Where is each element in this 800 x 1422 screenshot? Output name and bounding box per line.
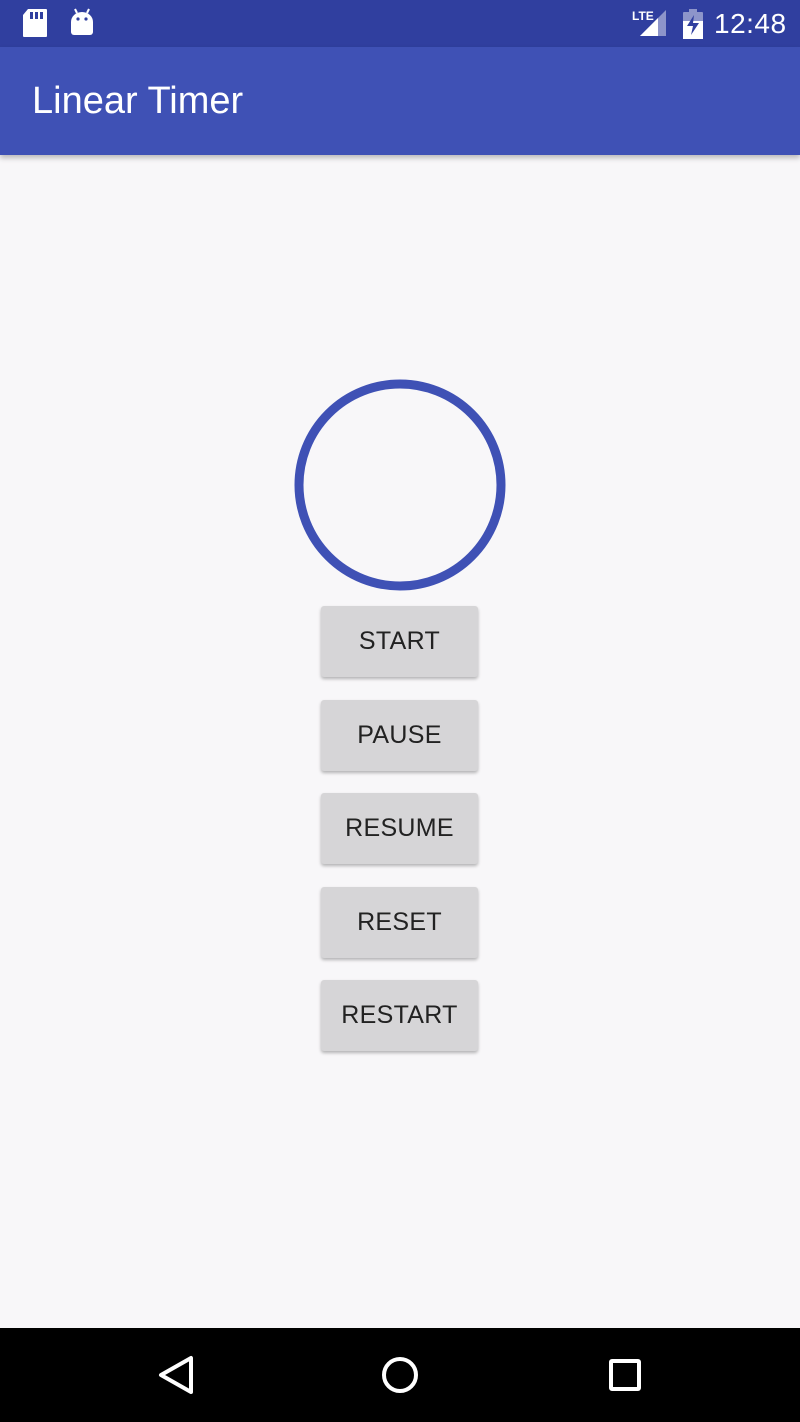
battery-charging-icon: [682, 9, 704, 44]
reset-button[interactable]: RESET: [321, 887, 478, 958]
app-bar: Linear Timer: [0, 47, 800, 155]
start-button[interactable]: START: [321, 606, 478, 677]
back-icon[interactable]: [152, 1351, 200, 1399]
sd-card-icon: [22, 8, 48, 43]
lte-label: LTE: [632, 9, 654, 23]
app-title: Linear Timer: [32, 80, 244, 122]
resume-button[interactable]: RESUME: [321, 793, 478, 864]
main-content: START PAUSE RESUME RESET RESTART: [0, 155, 800, 1328]
home-icon[interactable]: [376, 1351, 424, 1399]
restart-button[interactable]: RESTART: [321, 980, 478, 1051]
android-icon: [68, 8, 96, 43]
recents-icon[interactable]: [601, 1351, 649, 1399]
linear-timer-ring: [294, 379, 506, 591]
navigation-bar: [0, 1328, 800, 1422]
pause-button[interactable]: PAUSE: [321, 700, 478, 771]
lte-signal-icon: LTE: [632, 8, 668, 43]
clock: 12:48: [714, 8, 787, 39]
status-bar: LTE 12:48: [0, 0, 800, 47]
